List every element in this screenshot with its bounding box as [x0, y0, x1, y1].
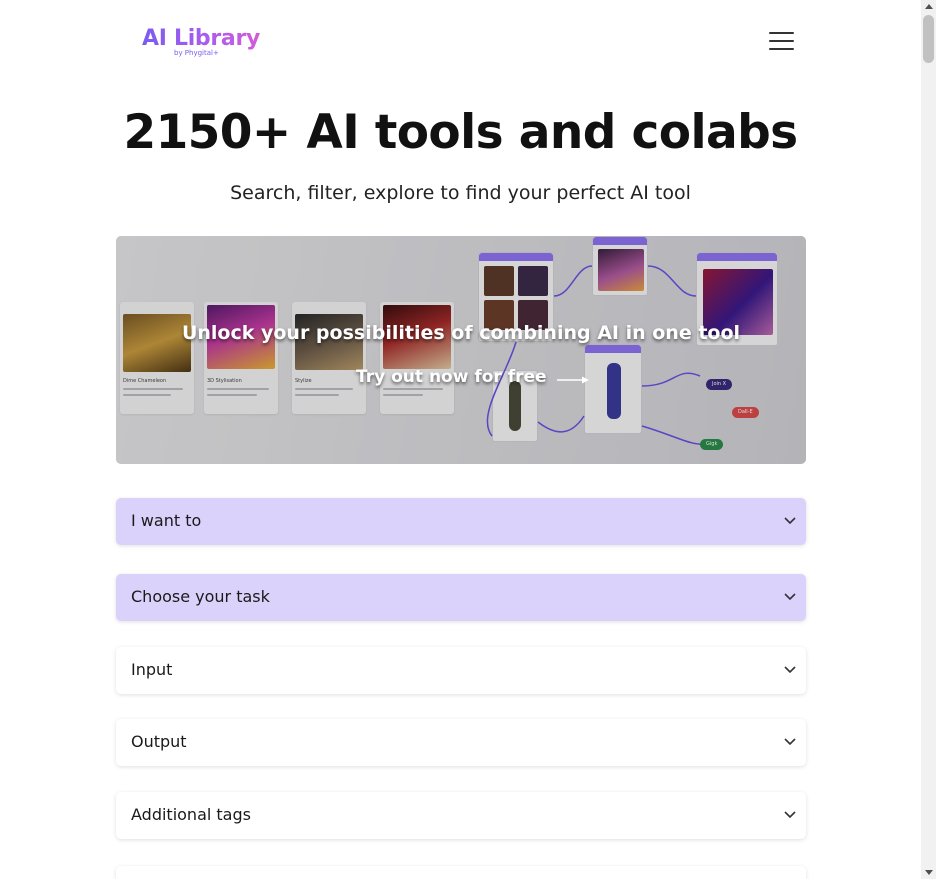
- filter-label: I want to: [131, 511, 202, 530]
- scroll-down-arrow-icon[interactable]: [925, 870, 933, 875]
- filter-label: Additional tags: [131, 805, 251, 824]
- vertical-scrollbar[interactable]: [921, 0, 936, 879]
- arrow-right-icon: [557, 376, 589, 384]
- navbar: AI Library by Phygital+: [0, 0, 921, 82]
- filter-next-partial[interactable]: [116, 866, 806, 879]
- filter-label: Input: [131, 660, 173, 679]
- filter-label: Choose your task: [131, 587, 270, 606]
- filter-label: Output: [131, 732, 187, 751]
- logo[interactable]: AI Library by Phygital+: [142, 26, 260, 60]
- chevron-down-icon: [784, 811, 796, 819]
- filter-choose-task[interactable]: Choose your task: [116, 574, 806, 621]
- banner-overlay: [116, 236, 806, 464]
- page-title: 2150+ AI tools and colabs: [123, 105, 798, 160]
- hamburger-menu-icon[interactable]: [766, 26, 798, 56]
- chevron-down-icon: [784, 738, 796, 746]
- promo-banner[interactable]: Dime Chameleon 3D Stylisation Stylize Jo…: [116, 236, 806, 464]
- page-viewport: AI Library by Phygital+ 2150+ AI tools a…: [0, 0, 921, 879]
- chevron-down-icon: [784, 593, 796, 601]
- chevron-down-icon: [784, 517, 796, 525]
- page-subtitle: Search, filter, explore to find your per…: [230, 182, 691, 204]
- filter-output[interactable]: Output: [116, 719, 806, 766]
- logo-subtext: by Phygital+: [174, 49, 219, 57]
- chevron-down-icon: [784, 666, 796, 674]
- filter-i-want-to[interactable]: I want to: [116, 498, 806, 545]
- filter-additional-tags[interactable]: Additional tags: [116, 792, 806, 839]
- scroll-up-arrow-icon[interactable]: [925, 4, 933, 9]
- menu-bar: [769, 40, 794, 42]
- menu-bar: [769, 48, 794, 50]
- scrollbar-thumb[interactable]: [923, 15, 934, 63]
- filter-input[interactable]: Input: [116, 647, 806, 694]
- menu-bar: [769, 32, 794, 34]
- banner-headline: Unlock your possibilities of combining A…: [181, 322, 741, 344]
- banner-cta-text[interactable]: Try out now for free: [356, 367, 547, 387]
